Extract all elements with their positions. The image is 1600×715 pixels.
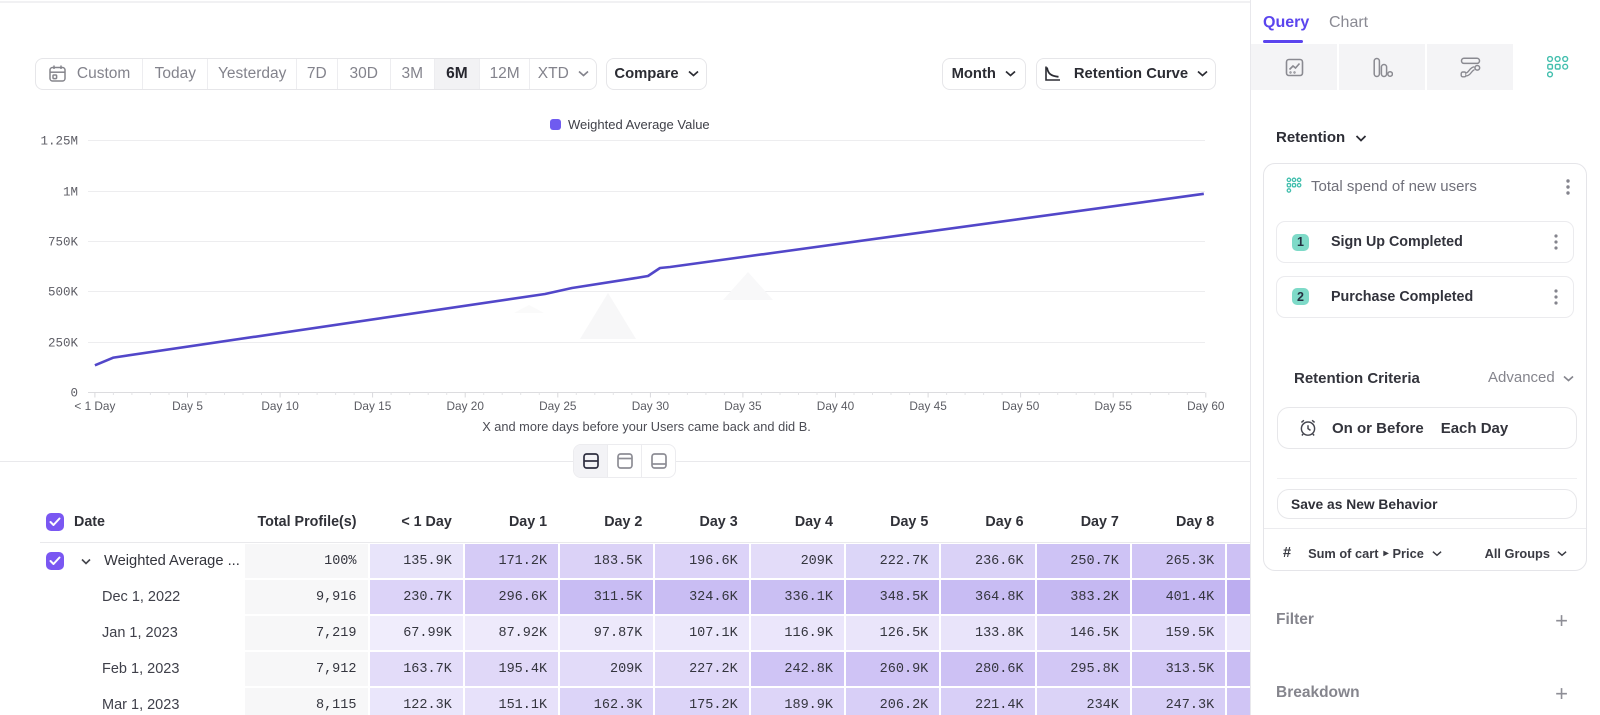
svg-text:1.25M: 1.25M: [40, 135, 78, 149]
svg-text:Day 55: Day 55: [1095, 399, 1133, 413]
svg-text:Day 30: Day 30: [632, 399, 670, 413]
svg-text:250K: 250K: [48, 337, 79, 351]
svg-text:Day 50: Day 50: [1002, 399, 1040, 413]
svg-text:Day 10: Day 10: [261, 399, 299, 413]
svg-text:Day 35: Day 35: [724, 399, 762, 413]
svg-text:Day 60: Day 60: [1187, 399, 1225, 413]
svg-text:Day 20: Day 20: [447, 399, 485, 413]
svg-text:750K: 750K: [48, 236, 79, 250]
svg-text:500K: 500K: [48, 286, 79, 300]
svg-text:Day 40: Day 40: [817, 399, 855, 413]
svg-text:Day 25: Day 25: [539, 399, 577, 413]
svg-text:Day 15: Day 15: [354, 399, 392, 413]
svg-text:1M: 1M: [63, 186, 78, 200]
svg-text:Day 5: Day 5: [172, 399, 203, 413]
svg-text:< 1 Day: < 1 Day: [74, 399, 115, 413]
svg-text:Day 45: Day 45: [909, 399, 947, 413]
